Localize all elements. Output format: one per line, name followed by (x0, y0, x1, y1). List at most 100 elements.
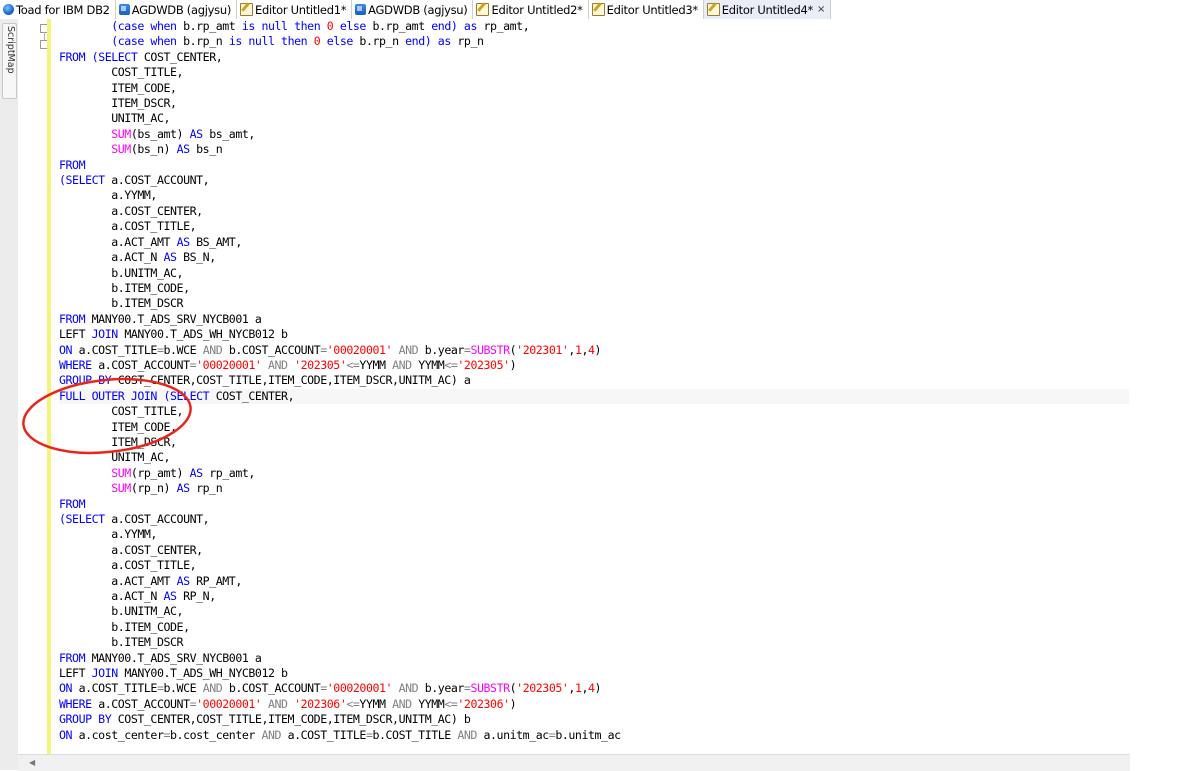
code-line[interactable]: b.ITEM_CODE, (59, 620, 1129, 635)
code-line[interactable]: COST_TITLE, (59, 65, 1129, 80)
code-token: AS (189, 465, 210, 480)
scroll-left-arrow-icon[interactable]: ◀ (29, 758, 35, 767)
code-token: LEFT (59, 666, 92, 681)
code-line[interactable]: b.ITEM_CODE, (59, 281, 1129, 296)
code-token: SUM (111, 465, 131, 480)
horizontal-scrollbar[interactable]: ◀ (18, 754, 1130, 771)
code-line[interactable]: ITEM_DSCR, (59, 96, 1129, 111)
code-line[interactable]: SUM(bs_n) AS bs_n (59, 142, 1129, 157)
code-token: '202306' (294, 696, 347, 711)
code-token: ITEM_DSCR, (111, 434, 177, 449)
code-line[interactable]: (SELECT a.COST_ACCOUNT, (59, 173, 1129, 188)
code-line[interactable]: a.COST_CENTER, (59, 204, 1129, 219)
tab-6[interactable]: Editor Untitled3* (589, 0, 704, 19)
code-token: (bs_amt) (130, 126, 190, 141)
code-token: WHERE (59, 696, 99, 711)
code-token: b.year (424, 681, 465, 696)
scriptmap-panel: ScriptMap (0, 19, 19, 770)
sql-editor[interactable]: (case when b.rp_amt is null then 0 else … (18, 19, 1130, 754)
code-token: '00020001' (196, 357, 262, 372)
code-line[interactable]: b.UNITM_AC, (59, 604, 1129, 619)
code-line[interactable]: SUM(bs_amt) AS bs_amt, (59, 127, 1129, 142)
code-line[interactable]: a.ACT_AMT AS BS_AMT, (59, 235, 1129, 250)
code-line[interactable]: ITEM_CODE, (59, 81, 1129, 96)
code-line[interactable]: SUM(rp_amt) AS rp_amt, (59, 466, 1129, 481)
code-line[interactable]: FROM MANY00.T_ADS_SRV_NYCB001 a (59, 312, 1129, 327)
code-area[interactable]: (case when b.rp_amt is null then 0 else … (59, 19, 1129, 743)
code-line[interactable]: ON a.cost_center=b.cost_center AND a.COS… (59, 728, 1129, 743)
code-token: AS (163, 589, 184, 604)
code-line[interactable]: ON a.COST_TITLE=b.WCE AND b.COST_ACCOUNT… (59, 343, 1129, 358)
tab-5[interactable]: Editor Untitled2* (473, 0, 589, 19)
code-line[interactable]: (SELECT a.COST_ACCOUNT, (59, 512, 1129, 527)
code-line[interactable]: b.ITEM_DSCR (59, 635, 1129, 650)
tab-7[interactable]: Editor Untitled4* × (703, 0, 832, 19)
code-line[interactable]: ITEM_CODE, (59, 420, 1129, 435)
code-line[interactable]: COST_TITLE, (59, 404, 1129, 419)
tab-2[interactable]: AGDWDB (agjysu) (116, 0, 238, 19)
code-line[interactable]: (case when b.rp_n is null then 0 else b.… (59, 34, 1129, 49)
tab-label: Toad for IBM DB2 (16, 2, 110, 17)
code-token: b.ITEM_DSCR (111, 296, 184, 311)
code-line[interactable]: UNITM_AC, (59, 450, 1129, 465)
code-token: RP_AMT, (196, 573, 242, 588)
code-line[interactable]: a.YYMM, (59, 527, 1129, 542)
document-tab-bar: Toad for IBM DB2 AGDWDB (agjysu) Editor Un… (0, 0, 1177, 19)
code-line[interactable]: ITEM_DSCR, (59, 435, 1129, 450)
code-line[interactable]: a.COST_TITLE, (59, 558, 1129, 573)
code-token: '00020001' (326, 342, 393, 357)
code-line[interactable]: a.COST_CENTER, (59, 543, 1129, 558)
code-token: FROM (59, 157, 86, 172)
code-token: a.COST_TITLE (78, 681, 158, 696)
tab-label: AGDWDB (agjysu) (368, 2, 468, 17)
editor-icon (591, 3, 605, 16)
tab-3[interactable]: Editor Untitled1* (237, 0, 353, 19)
code-token: COST_CENTER, (143, 49, 223, 64)
code-line[interactable]: FROM (59, 158, 1129, 173)
tab-label: AGDWDB (agjysu) (131, 2, 232, 17)
tab-4[interactable]: AGDWDB (agjysu) (352, 0, 474, 19)
code-token: JOIN (91, 666, 125, 681)
code-line[interactable]: b.UNITM_AC, (59, 266, 1129, 281)
code-line[interactable]: FULL OUTER JOIN (SELECT COST_CENTER, (59, 388, 1129, 405)
code-line[interactable]: a.COST_TITLE, (59, 219, 1129, 234)
code-token: COST_TITLE, (111, 65, 184, 80)
modified-lines-bar (47, 19, 51, 754)
code-token: COST_CENTER,COST_TITLE,ITEM_CODE,ITEM_DS… (117, 373, 471, 388)
code-line[interactable]: b.ITEM_DSCR (59, 296, 1129, 311)
code-line[interactable]: LEFT JOIN MANY00.T_ADS_WH_NYCB012 b (59, 666, 1129, 681)
code-line[interactable]: GROUP BY COST_CENTER,COST_TITLE,ITEM_COD… (59, 373, 1129, 388)
code-line[interactable]: a.YYMM, (59, 188, 1129, 203)
code-line[interactable]: a.ACT_AMT AS RP_AMT, (59, 574, 1129, 589)
code-line[interactable]: FROM (SELECT COST_CENTER, (59, 50, 1129, 65)
code-line[interactable]: FROM MANY00.T_ADS_SRV_NYCB001 a (59, 651, 1129, 666)
code-token: RP_N, (183, 589, 216, 604)
code-token: b.ITEM_CODE, (111, 280, 190, 295)
code-line[interactable]: ON a.COST_TITLE=b.WCE AND b.COST_ACCOUNT… (59, 681, 1129, 696)
code-line[interactable]: SUM(rp_n) AS rp_n (59, 481, 1129, 496)
code-token: b.ITEM_DSCR (111, 635, 184, 650)
code-token: b.UNITM_AC, (111, 265, 184, 280)
code-line[interactable]: UNITM_AC, (59, 111, 1129, 126)
code-line[interactable]: WHERE a.COST_ACCOUNT='00020001' AND '202… (59, 697, 1129, 712)
code-line[interactable]: a.ACT_N AS BS_N, (59, 250, 1129, 265)
code-line[interactable]: LEFT JOIN MANY00.T_ADS_WH_NYCB012 b (59, 327, 1129, 342)
code-token: ON (59, 342, 79, 357)
code-line[interactable]: WHERE a.COST_ACCOUNT='00020001' AND '202… (59, 358, 1129, 373)
code-line[interactable]: FROM (59, 497, 1129, 512)
close-tab-icon[interactable]: × (817, 4, 825, 15)
scriptmap-tab[interactable]: ScriptMap (2, 23, 17, 99)
code-token: <= (346, 357, 360, 372)
code-line[interactable]: a.ACT_N AS RP_N, (59, 589, 1129, 604)
code-token: rp_amt, (209, 465, 255, 480)
tab-1[interactable]: Toad for IBM DB2 (0, 0, 116, 19)
database-connection-icon (355, 4, 367, 15)
code-token: a.COST_CENTER, (111, 542, 203, 557)
code-token: FROM (59, 650, 92, 665)
code-line[interactable]: (case when b.rp_amt is null then 0 else … (59, 19, 1129, 34)
code-line[interactable]: GROUP BY COST_CENTER,COST_TITLE,ITEM_COD… (59, 712, 1129, 727)
